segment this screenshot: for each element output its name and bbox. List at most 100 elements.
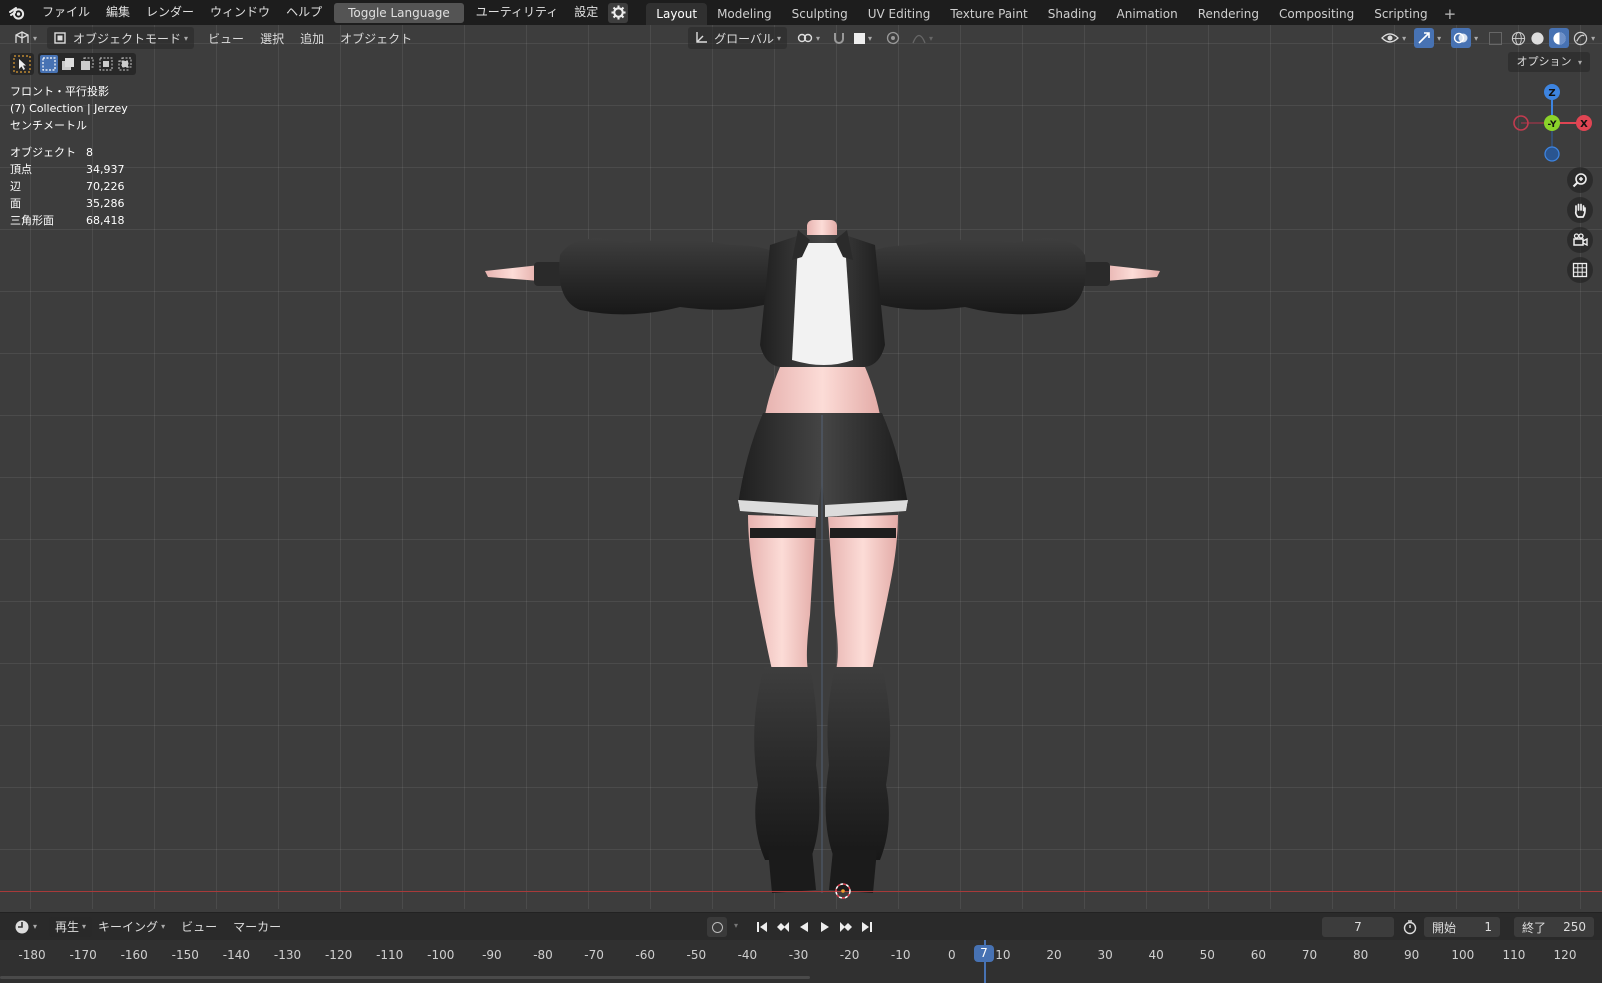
active-collection: (7) Collection | Jerzey xyxy=(10,102,128,115)
character-model[interactable] xyxy=(480,185,1200,905)
tab-shading[interactable]: Shading xyxy=(1038,3,1107,25)
ruler-tick-label: -20 xyxy=(839,948,860,962)
gizmo-toggle[interactable]: ▾ xyxy=(1412,27,1443,49)
blender-logo-icon[interactable] xyxy=(0,6,34,20)
keying-menu[interactable]: キーイング ▾ xyxy=(92,917,171,937)
pivot-point-dropdown[interactable]: ▾ xyxy=(791,27,826,49)
tab-texture-paint[interactable]: Texture Paint xyxy=(940,3,1037,25)
transform-orientation-dropdown[interactable]: グローバル ▾ xyxy=(688,27,788,49)
ruler-tick-label: -80 xyxy=(533,948,553,962)
shorts xyxy=(738,413,908,510)
timeline-view-menu[interactable]: ビュー xyxy=(175,917,223,937)
mode-dropdown[interactable]: オブジェクトモード ▾ xyxy=(47,27,195,49)
solid-sphere-icon xyxy=(1531,31,1544,45)
proportional-edit-toggle[interactable] xyxy=(880,27,906,49)
menu-settings[interactable]: 設定 xyxy=(566,0,606,25)
jump-start-button[interactable] xyxy=(752,917,771,936)
3d-cursor-icon[interactable] xyxy=(833,881,853,901)
options-dropdown[interactable]: オプション ▾ xyxy=(1508,52,1590,72)
current-frame-field[interactable]: 7 xyxy=(1322,917,1394,937)
settings-gear-button[interactable] xyxy=(608,2,629,23)
start-frame-field[interactable]: 開始 1 xyxy=(1424,917,1500,937)
marker-menu[interactable]: マーカー xyxy=(227,917,287,937)
pan-view-button[interactable] xyxy=(1567,197,1593,223)
shading-rendered[interactable]: ▾ xyxy=(1571,27,1597,49)
ortho-toggle-button[interactable] xyxy=(1567,257,1593,283)
tab-compositing[interactable]: Compositing xyxy=(1269,3,1364,25)
shading-solid[interactable] xyxy=(1528,27,1547,49)
select-subtract-icon xyxy=(81,57,94,70)
left-puffy-sleeve xyxy=(559,238,780,315)
3d-viewport[interactable]: ▾ オブジェクトモード ▾ ビュー 選択 追加 オブジェクト グローバル ▾ ▾… xyxy=(0,25,1602,909)
prev-keyframe-button[interactable] xyxy=(773,917,792,936)
select-intersect-button[interactable] xyxy=(116,55,134,73)
overlays-toggle[interactable]: ▾ xyxy=(1449,27,1480,49)
playhead-handle[interactable]: 7 xyxy=(974,945,994,962)
tab-rendering[interactable]: Rendering xyxy=(1188,3,1269,25)
snap-toggle[interactable] xyxy=(826,27,852,49)
play-button[interactable] xyxy=(815,917,834,936)
play-reverse-button[interactable] xyxy=(794,917,813,936)
menu-help[interactable]: ヘルプ xyxy=(278,0,330,25)
end-frame-field[interactable]: 終了 250 xyxy=(1514,917,1594,937)
midriff xyxy=(765,367,880,415)
menu-object[interactable]: オブジェクト xyxy=(334,27,418,49)
select-tool-button[interactable] xyxy=(10,53,34,75)
menu-render[interactable]: レンダー xyxy=(138,0,202,25)
menu-utility[interactable]: ユーティリティ xyxy=(468,0,567,25)
timeline-editor-type-button[interactable]: ▾ xyxy=(8,917,43,937)
menu-edit[interactable]: 編集 xyxy=(98,0,138,25)
zoom-view-button[interactable] xyxy=(1567,167,1593,193)
select-extend-button[interactable] xyxy=(59,55,77,73)
proportional-falloff-dropdown[interactable]: ▾ xyxy=(906,27,939,49)
tab-sculpting[interactable]: Sculpting xyxy=(782,3,858,25)
playback-menu[interactable]: 再生 ▾ xyxy=(49,916,93,937)
menu-file[interactable]: ファイル xyxy=(34,0,98,25)
ruler-tick-label: -130 xyxy=(273,948,302,962)
add-workspace-button[interactable]: + xyxy=(1438,5,1463,23)
playback-controls xyxy=(752,917,876,936)
chevron-down-icon: ▾ xyxy=(868,33,873,43)
select-subtract-button[interactable] xyxy=(78,55,96,73)
tab-animation[interactable]: Animation xyxy=(1107,3,1188,25)
menu-window[interactable]: ウィンドウ xyxy=(202,0,278,25)
snap-target-dropdown[interactable]: ▾ xyxy=(852,27,874,49)
stat-objects: オブジェクト 8 xyxy=(10,146,93,159)
xray-toggle[interactable] xyxy=(1486,27,1505,49)
camera-view-button[interactable] xyxy=(1567,227,1593,253)
workspace-tabs: Layout Modeling Sculpting UV Editing Tex… xyxy=(646,0,1462,25)
jump-end-button[interactable] xyxy=(857,917,876,936)
white-top xyxy=(792,243,853,365)
gear-icon xyxy=(611,5,626,20)
select-extend-icon xyxy=(62,58,74,70)
select-new-button[interactable] xyxy=(40,55,58,73)
magnifier-plus-icon xyxy=(1572,173,1587,188)
toggle-language-button[interactable]: Toggle Language xyxy=(334,2,464,23)
editor-type-button[interactable]: ▾ xyxy=(8,27,43,49)
menu-view[interactable]: ビュー xyxy=(202,27,250,49)
tab-layout[interactable]: Layout xyxy=(646,3,708,25)
next-keyframe-button[interactable] xyxy=(836,917,855,936)
menu-select[interactable]: 選択 xyxy=(254,27,290,49)
unit-system: センチメートル xyxy=(10,119,87,132)
tab-uv-editing[interactable]: UV Editing xyxy=(858,3,941,25)
wireframe-sphere-icon xyxy=(1511,31,1526,45)
timeline-ruler[interactable]: -180 -170 -160 -150 -140 -130 -120 -110 -100 -90-… xyxy=(0,940,1602,983)
menu-add[interactable]: 追加 xyxy=(294,27,330,49)
timeline-scrollbar[interactable] xyxy=(0,976,810,979)
select-invert-button[interactable] xyxy=(97,55,115,73)
visibility-dropdown[interactable]: ▾ xyxy=(1375,27,1412,49)
ruler-tick-label: -140 xyxy=(222,948,251,962)
neg-z-axis-handle[interactable] xyxy=(1544,146,1560,162)
axis-navigation-gizmo[interactable]: Z X -Y xyxy=(1510,80,1600,170)
viewport-header: ▾ オブジェクトモード ▾ ビュー 選択 追加 オブジェクト グローバル ▾ ▾… xyxy=(0,25,1602,51)
tab-modeling[interactable]: Modeling xyxy=(707,3,782,25)
tab-scripting[interactable]: Scripting xyxy=(1364,3,1437,25)
shading-wireframe[interactable] xyxy=(1509,27,1528,49)
cursor-arrow-icon xyxy=(13,55,31,73)
preview-range-button[interactable] xyxy=(1402,919,1418,938)
shading-material[interactable] xyxy=(1547,27,1571,49)
grid-icon xyxy=(1572,262,1588,278)
auto-keying-button[interactable] xyxy=(707,917,727,937)
chevron-down-icon: ▾ xyxy=(33,922,38,931)
